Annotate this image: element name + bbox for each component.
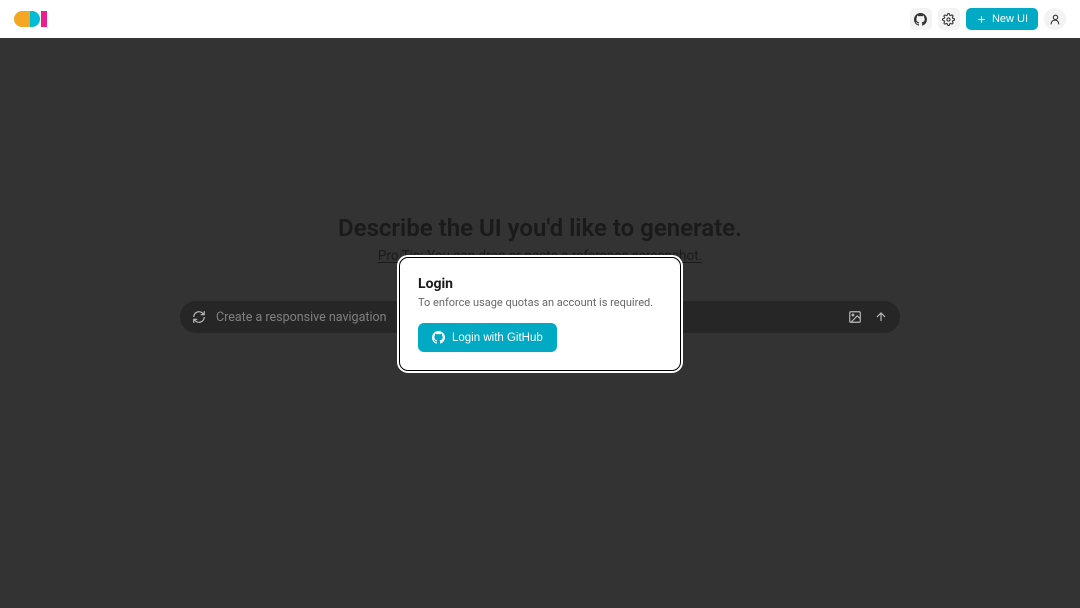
login-modal: Login To enforce usage quotas an account… — [398, 256, 682, 372]
modal-title: Login — [418, 276, 662, 292]
modal-description: To enforce usage quotas an account is re… — [418, 296, 662, 309]
login-button-label: Login with GitHub — [452, 332, 543, 344]
login-github-button[interactable]: Login with GitHub — [418, 323, 557, 352]
github-icon — [432, 331, 445, 344]
